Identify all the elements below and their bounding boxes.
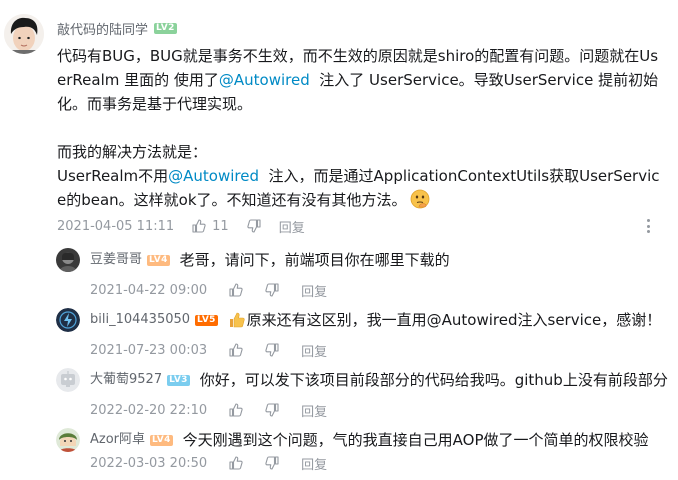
level-badge: LV4 [147, 254, 170, 266]
dislike-button[interactable] [247, 219, 261, 233]
like-button[interactable] [229, 403, 243, 417]
main-user-row: 敲代码的陆同学 LV2 [57, 19, 177, 38]
level-badge: LV3 [167, 374, 190, 386]
avatar[interactable] [56, 308, 80, 332]
like-button[interactable] [229, 283, 243, 297]
reply-meta: 2021-04-22 09:00 回复 [90, 281, 327, 300]
reply-button[interactable]: 回复 [301, 341, 327, 360]
mention-link[interactable]: @Autowired [219, 71, 310, 89]
username[interactable]: 大葡萄9527 [90, 370, 162, 390]
thumbs-up-icon [229, 343, 243, 357]
dislike-button[interactable] [265, 456, 279, 470]
reply-text: 老哥，请问下，前端项目你在哪里下载的 [179, 251, 450, 269]
comment-text: 代码有BUG，BUG就是事务不生效，而不生效的原因就是shiro的配置有问题。问… [57, 44, 667, 212]
reply-line: 大葡萄9527 LV3 你好，可以发下该项目前段部分的代码给我吗。github上… [90, 370, 668, 390]
username[interactable]: 敲代码的陆同学 [57, 19, 148, 38]
thumbs-down-icon [265, 456, 279, 470]
comment-meta: 2021-04-05 11:11 11 回复 [57, 217, 305, 236]
more-options-icon[interactable] [640, 218, 656, 234]
like-count: 11 [212, 218, 229, 234]
thumbs-up-icon [229, 283, 243, 297]
avatar[interactable] [56, 368, 80, 392]
reply-time: 2021-04-22 09:00 [90, 282, 208, 298]
reply-button[interactable]: 回复 [301, 454, 327, 473]
level-badge: LV4 [150, 434, 173, 446]
mention-link[interactable]: @Autowired [168, 167, 259, 185]
reply-line: bili_104435050 LV5 原来还有这区别，我一直用@Autowire… [90, 310, 661, 330]
thumbs-up-icon [229, 456, 243, 470]
dislike-button[interactable] [265, 403, 279, 417]
reply-button[interactable]: 回复 [279, 217, 305, 236]
thumbs-up-icon [229, 403, 243, 417]
thumbs-down-icon [265, 283, 279, 297]
reply-line: 豆姜哥哥 LV4 老哥，请问下，前端项目你在哪里下载的 [90, 250, 450, 270]
reply-button[interactable]: 回复 [301, 281, 327, 300]
reply-meta: 2021-07-23 00:03 回复 [90, 341, 327, 360]
username[interactable]: 豆姜哥哥 [90, 250, 142, 270]
dislike-button[interactable] [265, 283, 279, 297]
reply-text: 你好，可以发下该项目前段部分的代码给我吗。github上没有前段部分 [199, 371, 668, 389]
like-button[interactable] [229, 456, 243, 470]
avatar[interactable] [56, 428, 80, 452]
thumbs-down-icon [265, 403, 279, 417]
dislike-button[interactable] [265, 343, 279, 357]
reply-time: 2022-02-20 22:10 [90, 402, 208, 418]
thumbs-up-emoji-icon [228, 311, 246, 329]
avatar[interactable] [56, 248, 80, 272]
level-badge: LV2 [154, 22, 177, 34]
reply-meta: 2022-03-03 20:50 回复 [90, 454, 327, 473]
thumbs-down-icon [265, 343, 279, 357]
reply-button[interactable]: 回复 [301, 401, 327, 420]
reply-text: 今天刚遇到这个问题，气的我直接自己用AOP做了一个简单的权限校验 [182, 431, 649, 449]
thinking-face-icon [410, 189, 430, 209]
thumbs-up-icon [192, 219, 206, 233]
username[interactable]: Azor阿卓 [90, 430, 145, 450]
reply-time: 2022-03-03 20:50 [90, 455, 208, 471]
comment-time: 2021-04-05 11:11 [57, 218, 175, 234]
reply-time: 2021-07-23 00:03 [90, 342, 208, 358]
thumbs-down-icon [247, 219, 261, 233]
reply-meta: 2022-02-20 22:10 回复 [90, 401, 327, 420]
level-badge: LV5 [195, 314, 218, 326]
username[interactable]: bili_104435050 [90, 310, 190, 330]
reply-text: 原来还有这区别，我一直用@Autowired注入service，感谢！ [246, 311, 662, 329]
avatar[interactable] [4, 14, 44, 54]
like-button[interactable]: 11 [192, 219, 229, 234]
like-button[interactable] [229, 343, 243, 357]
reply-line: Azor阿卓 LV4 今天刚遇到这个问题，气的我直接自己用AOP做了一个简单的权… [90, 430, 649, 450]
